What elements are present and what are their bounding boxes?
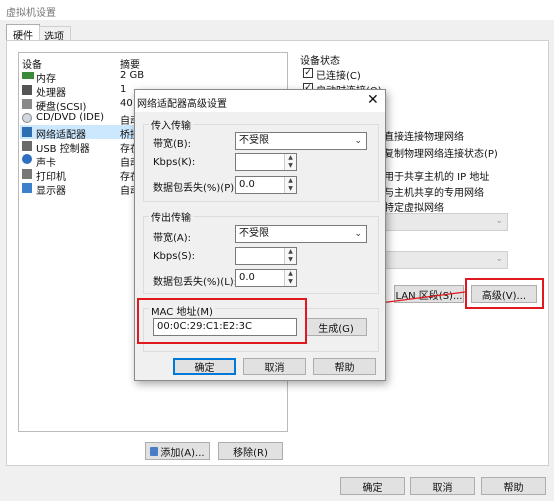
outgoing-bandwidth-value: 不受限: [239, 228, 269, 239]
incoming-bandwidth-label: 带宽(B):: [153, 139, 192, 150]
outgoing-kbps-label: Kbps(S):: [153, 251, 195, 262]
incoming-kbps-spinner[interactable]: ▲ ▼: [284, 154, 296, 170]
dialog-cancel-button[interactable]: 取消: [243, 358, 306, 375]
dialog-help-button[interactable]: 帮助: [313, 358, 376, 375]
close-icon[interactable]: ✕: [367, 92, 379, 108]
incoming-kbps-input[interactable]: ▲ ▼: [235, 153, 297, 171]
incoming-title: 传入传输: [149, 117, 193, 132]
outgoing-bandwidth-label: 带宽(A):: [153, 233, 192, 244]
outgoing-loss-label: 数据包丢失(%)(L):: [153, 277, 238, 288]
dialog-ok-button[interactable]: 确定: [173, 358, 236, 375]
incoming-loss-value: 0.0: [239, 179, 255, 190]
outgoing-kbps-input[interactable]: ▲ ▼: [235, 247, 297, 265]
mac-highlight-box: [137, 298, 307, 344]
outgoing-bandwidth-select[interactable]: 不受限 ⌄: [235, 225, 367, 243]
incoming-bandwidth-select[interactable]: 不受限 ⌄: [235, 132, 367, 150]
incoming-kbps-label: Kbps(K):: [153, 157, 196, 168]
outgoing-kbps-spinner[interactable]: ▲ ▼: [284, 248, 296, 264]
incoming-loss-label: 数据包丢失(%)(P):: [153, 183, 238, 194]
advanced-dialog: 网络适配器高级设置 ✕ 传入传输 带宽(B): 不受限 ⌄ Kbps(K): ▲…: [134, 89, 386, 381]
incoming-loss-input[interactable]: 0.0 ▲ ▼: [235, 176, 297, 194]
outgoing-title: 传出传输: [149, 209, 193, 224]
dialog-title: 网络适配器高级设置: [137, 99, 227, 110]
outgoing-loss-input[interactable]: 0.0 ▲ ▼: [235, 269, 297, 287]
incoming-bandwidth-value: 不受限: [239, 135, 269, 146]
chevron-down-icon: ⌄: [354, 136, 362, 146]
chevron-down-icon: ⌄: [354, 229, 362, 239]
generate-mac-button[interactable]: 生成(G): [305, 318, 367, 336]
outgoing-loss-value: 0.0: [239, 272, 255, 283]
incoming-loss-spinner[interactable]: ▲ ▼: [284, 177, 296, 193]
outgoing-loss-spinner[interactable]: ▲ ▼: [284, 270, 296, 286]
